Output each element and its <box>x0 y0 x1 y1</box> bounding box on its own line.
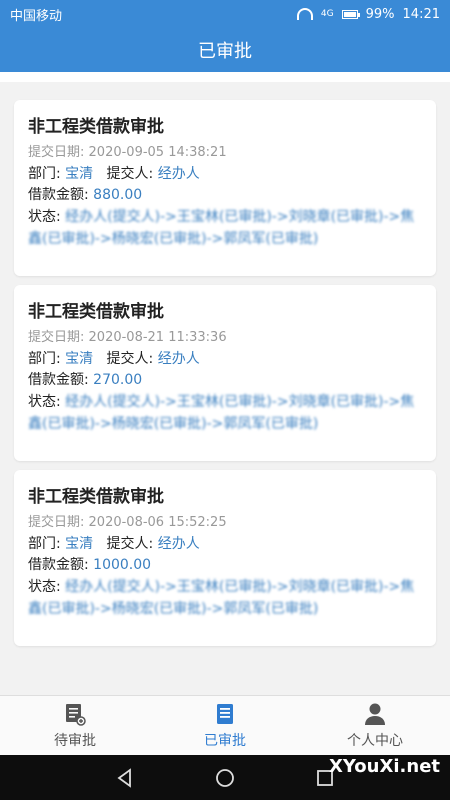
dept-row: 部门: 宝清 提交人: 经办人 <box>28 164 424 185</box>
approval-card[interactable]: 非工程类借款审批 提交日期: 2020-09-05 14:38:21 部门: 宝… <box>14 100 436 276</box>
page-title: 已审批 <box>198 41 252 62</box>
status-row: 状态: 经办人(提交人)->王宝林(已审批)->刘晓章(已审批)->焦鑫(已审批… <box>28 206 424 250</box>
approval-card[interactable]: 非工程类借款审批 提交日期: 2020-08-21 11:33:36 部门: 宝… <box>14 285 436 461</box>
submitter-label: 提交人: <box>106 351 154 367</box>
tab-profile[interactable]: 个人中心 <box>300 696 450 756</box>
watermark-text: XYouXi.net <box>329 756 440 777</box>
amount-row: 借款金额: 1000.00 <box>28 555 424 576</box>
status-bar: 中国移动 4G 99% 14:21 <box>0 0 450 28</box>
dept-label: 部门: <box>28 351 61 367</box>
approval-chain: 经办人(提交人)->王宝林(已审批)->刘晓章(已审批)->焦鑫(已审批)->杨… <box>28 209 415 247</box>
tab-pending[interactable]: 待审批 <box>0 696 150 756</box>
submitter-value: 经办人 <box>157 351 200 367</box>
dept-row: 部门: 宝清 提交人: 经办人 <box>28 349 424 370</box>
dept-value: 宝清 <box>65 536 94 552</box>
home-icon[interactable] <box>214 767 236 789</box>
card-title: 非工程类借款审批 <box>28 302 164 322</box>
status-row: 状态: 经办人(提交人)->王宝林(已审批)->刘晓章(已审批)->焦鑫(已审批… <box>28 391 424 435</box>
date-value: 2020-08-06 15:52:25 <box>88 515 227 530</box>
status-icons: 4G 99% 14:21 <box>296 6 440 22</box>
status-label: 状态: <box>28 579 61 595</box>
status-label: 状态: <box>28 209 61 225</box>
submitter-value: 经办人 <box>157 166 200 182</box>
amount-label: 借款金额: <box>28 372 89 388</box>
pending-doc-icon <box>66 704 86 726</box>
tab-approved[interactable]: 已审批 <box>150 696 300 756</box>
amount-value: 1000.00 <box>93 557 152 573</box>
dept-label: 部门: <box>28 536 61 552</box>
bottom-tab-bar: 待审批 已审批 个人中心 <box>0 695 450 756</box>
dept-row: 部门: 宝清 提交人: 经办人 <box>28 534 424 555</box>
submit-date: 提交日期: 2020-09-05 14:38:21 <box>28 143 424 162</box>
approval-card[interactable]: 非工程类借款审批 提交日期: 2020-08-06 15:52:25 部门: 宝… <box>14 470 436 646</box>
back-icon[interactable] <box>114 767 136 789</box>
submit-date: 提交日期: 2020-08-21 11:33:36 <box>28 328 424 347</box>
date-label: 提交日期: <box>28 145 85 160</box>
date-value: 2020-09-05 14:38:21 <box>88 145 227 160</box>
tab-label: 个人中心 <box>347 733 403 749</box>
approved-doc-icon <box>217 704 233 724</box>
app-header: 已审批 <box>0 28 450 72</box>
amount-row: 借款金额: 880.00 <box>28 185 424 206</box>
clock-time: 14:21 <box>402 6 440 22</box>
date-label: 提交日期: <box>28 515 85 530</box>
submitter-label: 提交人: <box>106 536 154 552</box>
amount-value: 880.00 <box>93 187 143 203</box>
person-icon <box>365 703 385 725</box>
date-label: 提交日期: <box>28 330 85 345</box>
status-label: 状态: <box>28 394 61 410</box>
card-title: 非工程类借款审批 <box>28 117 164 137</box>
dept-value: 宝清 <box>65 351 94 367</box>
submitter-value: 经办人 <box>157 536 200 552</box>
wifi-icon <box>296 8 313 20</box>
dept-label: 部门: <box>28 166 61 182</box>
amount-label: 借款金额: <box>28 187 89 203</box>
carrier-name: 中国移动 <box>10 8 63 24</box>
amount-value: 270.00 <box>93 372 143 388</box>
battery-level: 99% <box>365 6 395 22</box>
approval-chain: 经办人(提交人)->王宝林(已审批)->刘晓章(已审批)->焦鑫(已审批)->杨… <box>28 579 415 617</box>
tab-label: 已审批 <box>204 733 246 749</box>
tab-label: 待审批 <box>54 733 96 749</box>
card-title: 非工程类借款审批 <box>28 487 164 507</box>
approval-list: 非工程类借款审批 提交日期: 2020-09-05 14:38:21 部门: 宝… <box>0 100 450 655</box>
amount-row: 借款金额: 270.00 <box>28 370 424 391</box>
header-divider <box>0 72 450 82</box>
network-type: 4G <box>320 9 334 19</box>
submit-date: 提交日期: 2020-08-06 15:52:25 <box>28 513 424 532</box>
battery-icon <box>341 9 360 19</box>
status-row: 状态: 经办人(提交人)->王宝林(已审批)->刘晓章(已审批)->焦鑫(已审批… <box>28 576 424 620</box>
dept-value: 宝清 <box>65 166 94 182</box>
approval-chain: 经办人(提交人)->王宝林(已审批)->刘晓章(已审批)->焦鑫(已审批)->杨… <box>28 394 415 432</box>
submitter-label: 提交人: <box>106 166 154 182</box>
date-value: 2020-08-21 11:33:36 <box>88 330 227 345</box>
amount-label: 借款金额: <box>28 557 89 573</box>
